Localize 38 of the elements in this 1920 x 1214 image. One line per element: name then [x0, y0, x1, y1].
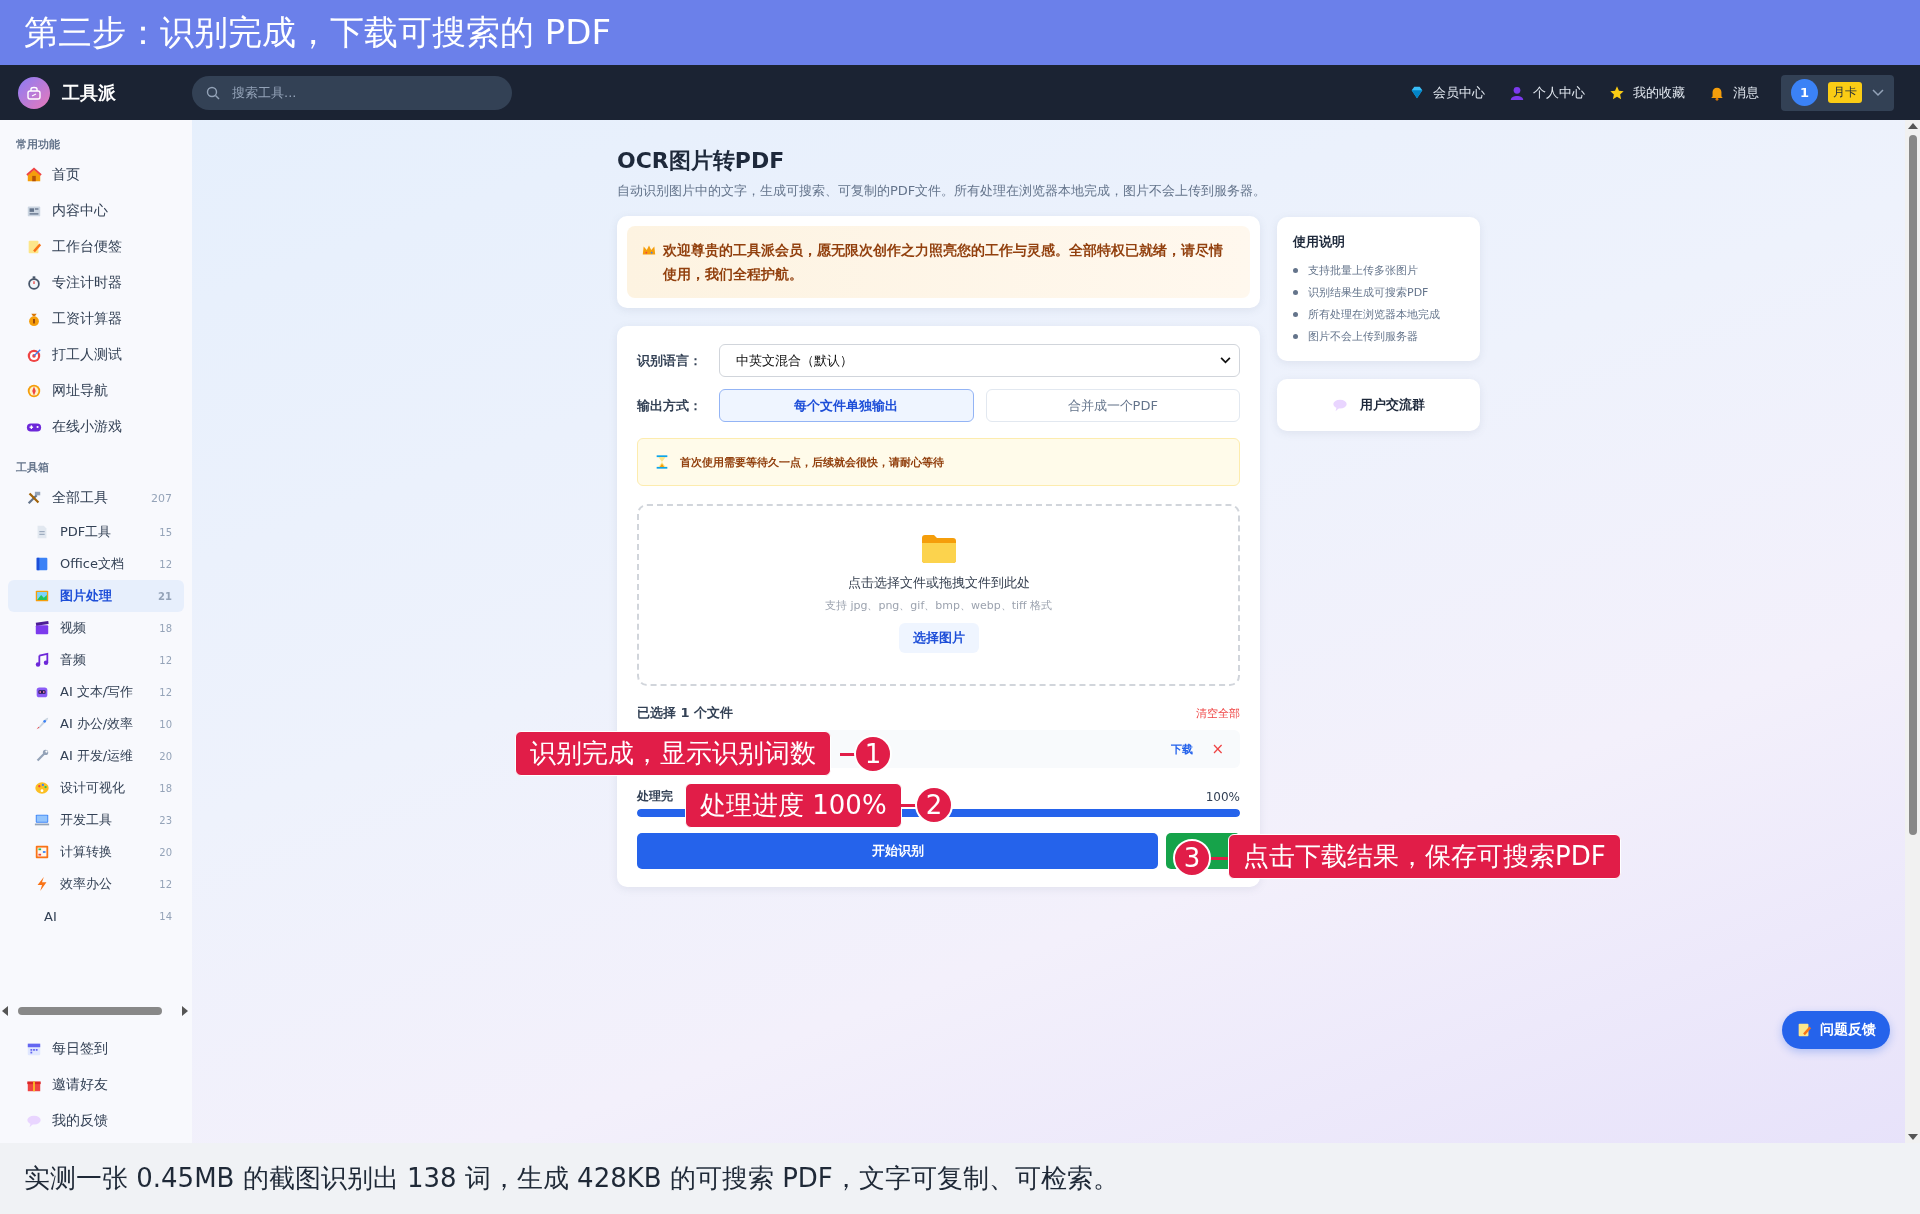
field-label: 识别语言： — [637, 351, 703, 370]
guide-item: 所有处理在浏览器本地完成 — [1308, 306, 1440, 322]
membership-badge: 月卡 — [1828, 82, 1862, 103]
item-count: 20 — [159, 750, 172, 762]
callout-tooltip: 识别完成，显示识别词数 — [515, 731, 831, 776]
file-count-label: 已选择 1 个文件 — [637, 704, 734, 722]
item-count: 18 — [159, 622, 172, 634]
card-title: 使用说明 — [1293, 233, 1346, 251]
item-count: 14 — [159, 910, 172, 922]
progress-value: 100% — [1205, 789, 1240, 804]
format-hint: 支持 jpg、png、gif、bmp、webp、tiff 格式 — [824, 598, 1053, 613]
welcome-message: 欢迎尊贵的工具派会员，愿无限次创作之力照亮您的工作与灵感。全部特权已就绪，请尽情使用，我们全程护航。 — [663, 241, 1224, 284]
page-title: OCR图片转PDF — [617, 147, 786, 175]
item-count: 207 — [151, 491, 172, 505]
caption-text: 实测一张 0.45MB 的截图识别出 138 词，生成 428KB 的可搜索 PDF，文字可复制、可检索。 — [24, 1162, 1119, 1195]
item-count: 18 — [159, 782, 172, 794]
item-count: 12 — [159, 654, 172, 666]
item-count: 23 — [159, 814, 172, 826]
guide-item: 图片不会上传到服务器 — [1308, 328, 1418, 344]
callout-tooltip: 点击下载结果，保存可搜索PDF — [1228, 834, 1621, 879]
banner-title: 第三步：识别完成，下载可搜索的 PDF — [24, 10, 612, 54]
item-count: 10 — [159, 718, 172, 730]
item-count: 20 — [159, 846, 172, 858]
item-count: 12 — [159, 878, 172, 890]
page-subtitle: 自动识别图片中的文字，生成可搜索、可复制的PDF文件。所有处理在浏览器本地完成，图片不会上传到服务器。 — [617, 182, 1260, 200]
section-label: 常用功能 — [15, 137, 61, 153]
item-count: 15 — [159, 526, 172, 538]
progress-label: 处理完 — [637, 788, 673, 805]
guide-item: 支持批量上传多张图片 — [1308, 262, 1418, 278]
item-count: 12 — [159, 558, 172, 570]
field-label: 输出方式： — [637, 396, 703, 415]
guide-item: 识别结果生成可搜索PDF — [1308, 284, 1429, 300]
item-count: 12 — [159, 686, 172, 698]
section-label: 工具箱 — [15, 460, 50, 476]
callout-tooltip: 处理进度 100% — [685, 783, 902, 828]
notice-text: 首次使用需要等待久一点，后续就会很快，请耐心等待 — [680, 454, 944, 470]
item-count: 21 — [158, 590, 172, 602]
drop-instruction: 点击选择文件或拖拽文件到此处 — [847, 574, 1030, 592]
